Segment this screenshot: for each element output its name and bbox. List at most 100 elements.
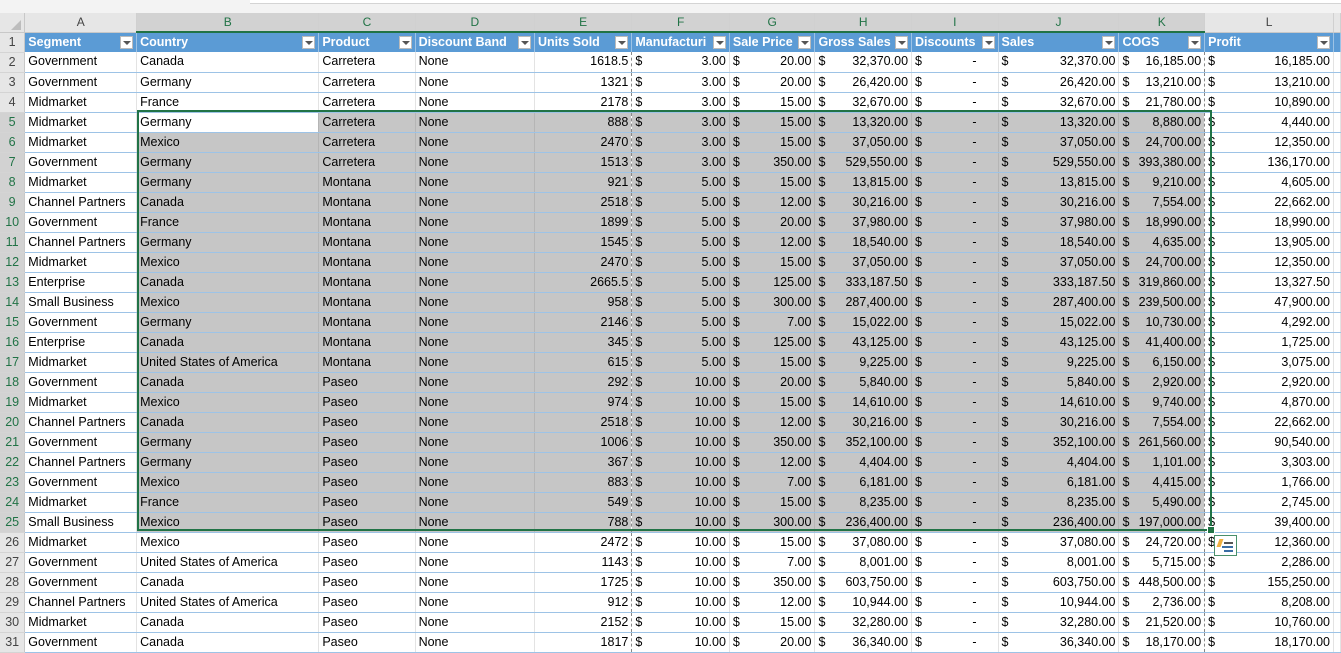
cell-discount-band[interactable]: None — [415, 452, 536, 473]
cell-profit[interactable]: $47,900.00 — [1204, 292, 1334, 313]
cell-profit[interactable]: $12,350.00 — [1204, 132, 1334, 153]
cell-product[interactable]: Paseo — [318, 472, 416, 493]
cell-units-sold[interactable]: 549 — [534, 492, 633, 513]
cell-sales[interactable]: $10,944.00 — [998, 592, 1120, 613]
cell-manufacturing-price[interactable]: $3.00 — [631, 132, 730, 153]
cell-units-sold[interactable]: 921 — [534, 172, 633, 193]
cell-country[interactable]: Mexico — [136, 132, 320, 153]
row-header[interactable]: 21 — [0, 432, 26, 453]
cell-units-sold[interactable]: 1618.5 — [534, 52, 633, 73]
row-header[interactable]: 12 — [0, 252, 26, 273]
cell-country[interactable]: Mexico — [136, 472, 320, 493]
cell-profit[interactable]: $3,075.00 — [1204, 352, 1334, 373]
cell-gross-sales[interactable]: $37,050.00 — [814, 252, 913, 273]
cell-overflow[interactable] — [1333, 312, 1341, 333]
column-header-f[interactable]: F — [631, 13, 730, 33]
fill-handle[interactable] — [1207, 526, 1215, 534]
cell-country[interactable]: Mexico — [136, 532, 320, 553]
cell-overflow[interactable] — [1333, 332, 1341, 353]
cell-overflow[interactable] — [1333, 492, 1341, 513]
cell-country[interactable]: Mexico — [136, 252, 320, 273]
cell-gross-sales[interactable]: $603,750.00 — [814, 572, 913, 593]
cell-segment[interactable]: Midmarket — [24, 132, 138, 153]
filter-dropdown-icon[interactable] — [712, 36, 726, 49]
cell-discount-band[interactable]: None — [415, 392, 536, 413]
cell-sales[interactable]: $236,400.00 — [998, 512, 1120, 533]
cell-sales[interactable]: $32,370.00 — [998, 52, 1120, 73]
cell-country[interactable]: Canada — [136, 52, 320, 73]
cell-manufacturing-price[interactable]: $5.00 — [631, 292, 730, 313]
cell-profit[interactable]: $13,210.00 — [1204, 72, 1334, 93]
cell-country[interactable]: Germany — [136, 152, 320, 173]
cell-gross-sales[interactable]: $333,187.50 — [814, 272, 913, 293]
cell-sales[interactable]: $15,022.00 — [998, 312, 1120, 333]
cell-discount-band[interactable]: None — [415, 252, 536, 273]
cell-units-sold[interactable]: 615 — [534, 352, 633, 373]
cell-units-sold[interactable]: 912 — [534, 592, 633, 613]
column-header-c[interactable]: C — [318, 13, 416, 33]
cell-manufacturing-price[interactable]: $5.00 — [631, 312, 730, 333]
cell-overflow[interactable] — [1333, 52, 1341, 73]
cell-discount-band[interactable]: None — [415, 292, 536, 313]
cell-manufacturing-price[interactable]: $3.00 — [631, 52, 730, 73]
cell-gross-sales[interactable]: $36,340.00 — [814, 632, 913, 653]
row-header[interactable]: 6 — [0, 132, 26, 153]
cell-sale-price[interactable]: $300.00 — [729, 512, 816, 533]
cell-cogs[interactable]: $5,490.00 — [1118, 492, 1206, 513]
column-header-i[interactable]: I — [911, 13, 999, 33]
cell-sale-price[interactable]: $15.00 — [729, 532, 816, 553]
cell-profit[interactable]: $90,540.00 — [1204, 432, 1334, 453]
cell-sale-price[interactable]: $15.00 — [729, 392, 816, 413]
row-header[interactable]: 14 — [0, 292, 26, 313]
cell-cogs[interactable]: $7,554.00 — [1118, 192, 1206, 213]
cell-sale-price[interactable]: $20.00 — [729, 632, 816, 653]
cell-segment[interactable]: Enterprise — [24, 272, 138, 293]
cell-units-sold[interactable]: 1545 — [534, 232, 633, 253]
row-header[interactable]: 27 — [0, 552, 26, 573]
cell-overflow[interactable] — [1333, 292, 1341, 313]
cell-overflow[interactable] — [1333, 592, 1341, 613]
cell-units-sold[interactable]: 292 — [534, 372, 633, 393]
cell-country[interactable]: United States of America — [136, 592, 320, 613]
cell-sale-price[interactable]: $20.00 — [729, 52, 816, 73]
cell-gross-sales[interactable]: $26,420.00 — [814, 72, 913, 93]
cell-cogs[interactable]: $393,380.00 — [1118, 152, 1206, 173]
column-header-e[interactable]: E — [534, 13, 633, 33]
cell-country[interactable]: Germany — [136, 112, 320, 133]
cell-gross-sales[interactable]: $15,022.00 — [814, 312, 913, 333]
filter-dropdown-icon[interactable] — [895, 36, 909, 49]
cell-gross-sales[interactable]: $18,540.00 — [814, 232, 913, 253]
row-header[interactable]: 19 — [0, 392, 26, 413]
cell-country[interactable]: Mexico — [136, 292, 320, 313]
cell-country[interactable]: Germany — [136, 232, 320, 253]
filter-dropdown-icon[interactable] — [518, 36, 532, 49]
cell-units-sold[interactable]: 1817 — [534, 632, 633, 653]
column-header-h[interactable]: H — [814, 13, 913, 33]
cell-product[interactable]: Carretera — [318, 152, 416, 173]
cell-gross-sales[interactable]: $8,235.00 — [814, 492, 913, 513]
cell-discount-band[interactable]: None — [415, 412, 536, 433]
cell-product[interactable]: Paseo — [318, 412, 416, 433]
cell-cogs[interactable]: $24,700.00 — [1118, 252, 1206, 273]
cell-gross-sales[interactable]: $6,181.00 — [814, 472, 913, 493]
cell-segment[interactable]: Government — [24, 632, 138, 653]
filter-dropdown-icon[interactable] — [1102, 36, 1116, 49]
cell-cogs[interactable]: $319,860.00 — [1118, 272, 1206, 293]
cell-segment[interactable]: Midmarket — [24, 352, 138, 373]
cell-sale-price[interactable]: $300.00 — [729, 292, 816, 313]
row-header[interactable]: 11 — [0, 232, 26, 253]
cell-product[interactable]: Paseo — [318, 612, 416, 633]
cell-discount-band[interactable]: None — [415, 532, 536, 553]
cell-segment[interactable]: Channel Partners — [24, 592, 138, 613]
cell-discount-band[interactable]: None — [415, 372, 536, 393]
cell-units-sold[interactable]: 2146 — [534, 312, 633, 333]
cell-product[interactable]: Paseo — [318, 392, 416, 413]
cell-gross-sales[interactable]: $32,670.00 — [814, 92, 913, 113]
cell-product[interactable]: Montana — [318, 252, 416, 273]
row-header[interactable]: 28 — [0, 572, 26, 593]
cell-discounts[interactable]: $ - — [911, 132, 999, 153]
cell-manufacturing-price[interactable]: $3.00 — [631, 112, 730, 133]
cell-country[interactable]: Canada — [136, 572, 320, 593]
row-header[interactable]: 9 — [0, 192, 26, 213]
cell-discounts[interactable]: $ - — [911, 412, 999, 433]
